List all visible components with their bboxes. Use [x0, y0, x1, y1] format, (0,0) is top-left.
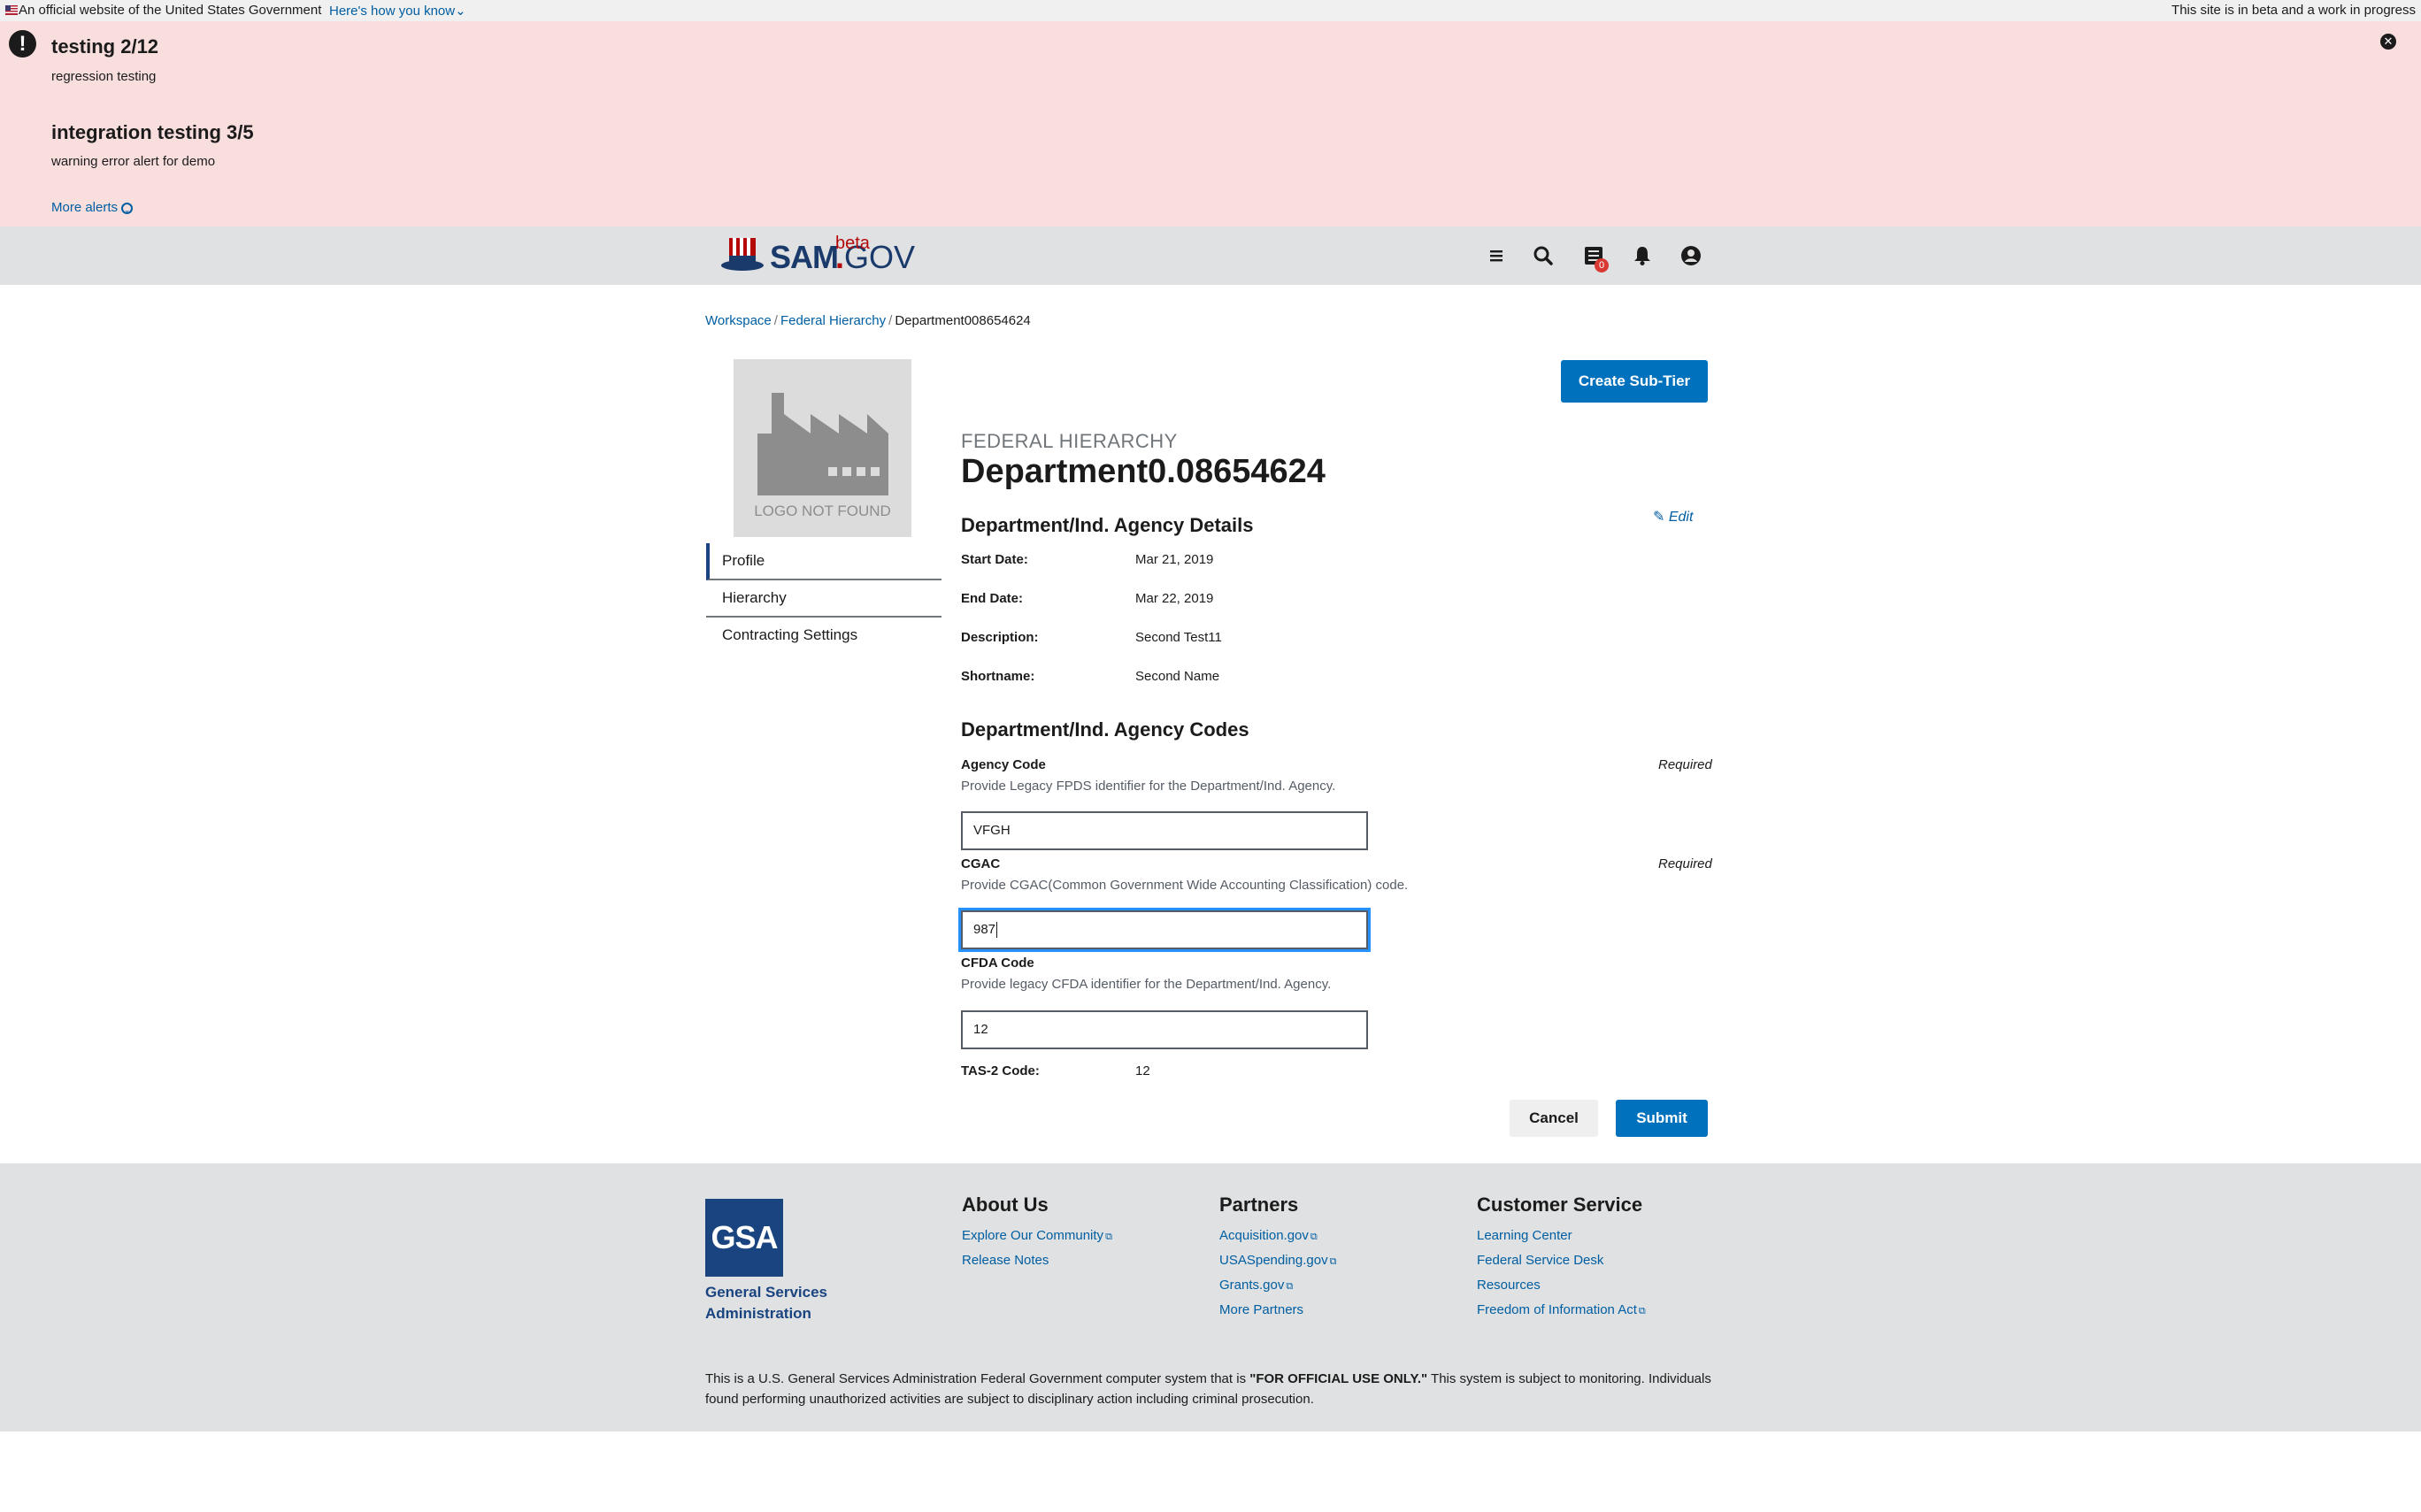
- cfda-code-label: CFDA Code: [961, 956, 1034, 971]
- more-alerts-link[interactable]: More alerts ⌄: [51, 200, 134, 215]
- disclaimer-bold-text: "FOR OFFICIAL USE ONLY.": [1249, 1371, 1428, 1386]
- footer-link-more-partners[interactable]: More Partners: [1219, 1298, 1336, 1323]
- logo-sam-text: SAM: [770, 239, 839, 275]
- gsa-name: General Services Administration: [705, 1282, 827, 1324]
- cgac-hint: Provide CGAC(Common Government Wide Acco…: [961, 878, 1409, 893]
- cancel-button[interactable]: Cancel: [1510, 1100, 1598, 1137]
- cgac-input-value: 987: [973, 922, 996, 937]
- footer-link-resources[interactable]: Resources: [1477, 1273, 1646, 1298]
- bell-icon[interactable]: [1629, 242, 1656, 269]
- text-caret: [996, 922, 998, 939]
- external-link-icon: ⧉: [1105, 1232, 1112, 1242]
- footer-link-federal-service-desk[interactable]: Federal Service Desk: [1477, 1248, 1646, 1273]
- tas2-code-value: 12: [1135, 1063, 1150, 1078]
- agency-code-label: Agency Code: [961, 757, 1046, 772]
- sidenav-item-hierarchy[interactable]: Hierarchy: [706, 580, 942, 618]
- site-footer: GSA General Services Administration Abou…: [0, 1163, 2421, 1431]
- site-header: SAM . GOV beta 0: [0, 226, 2421, 285]
- chevron-down-icon: ⌄: [455, 4, 466, 19]
- alert-title: testing 2/12: [51, 35, 159, 58]
- page-overline: FEDERAL HIERARCHY: [961, 430, 1178, 452]
- cfda-code-input[interactable]: 12: [961, 1010, 1368, 1049]
- footer-link-acquisition[interactable]: Acquisition.gov ⧉: [1219, 1224, 1336, 1248]
- end-date-label: End Date:: [961, 591, 1024, 606]
- edit-button[interactable]: ✎ Edit: [1653, 508, 1693, 526]
- sidenav-item-contracting-settings[interactable]: Contracting Settings: [706, 618, 942, 653]
- external-link-icon: ⧉: [1329, 1256, 1337, 1267]
- logo-not-found-text: LOGO NOT FOUND: [754, 503, 891, 519]
- footer-disclaimer: This is a U.S. General Services Administ…: [705, 1369, 1714, 1409]
- create-subtier-button[interactable]: Create Sub-Tier: [1561, 360, 1708, 403]
- gov-banner: An official website of the United States…: [0, 0, 2421, 21]
- breadcrumb-separator: /: [888, 313, 893, 328]
- cfda-code-hint: Provide legacy CFDA identifier for the D…: [961, 977, 1332, 992]
- gsa-name-line2: Administration: [705, 1305, 811, 1322]
- footer-customer-service-heading: Customer Service: [1477, 1193, 1643, 1216]
- agency-code-input[interactable]: VFGH: [961, 811, 1368, 850]
- tas2-code-label: TAS-2 Code:: [961, 1063, 1040, 1078]
- sidenav-item-profile[interactable]: Profile: [706, 543, 942, 580]
- user-account-icon[interactable]: [1678, 242, 1704, 269]
- message-count-badge: 0: [1595, 258, 1609, 272]
- agency-logo-placeholder: LOGO NOT FOUND: [734, 359, 911, 537]
- agency-code-required: Required: [1658, 757, 1712, 772]
- search-icon[interactable]: [1530, 242, 1556, 269]
- gsa-logo[interactable]: GSA: [705, 1199, 783, 1277]
- submit-button[interactable]: Submit: [1616, 1100, 1708, 1137]
- breadcrumb-separator: /: [773, 313, 778, 328]
- alerts-panel: ! testing 2/12 regression testing integr…: [0, 21, 2421, 226]
- end-date-value: Mar 22, 2019: [1135, 591, 1214, 606]
- cgac-input[interactable]: 987: [958, 908, 1371, 952]
- menu-icon[interactable]: [1483, 242, 1510, 269]
- chevron-circle-down-icon: ⌄: [121, 202, 134, 214]
- pencil-icon: ✎: [1653, 510, 1665, 525]
- shortname-value: Second Name: [1135, 669, 1220, 684]
- alert-title: integration testing 3/5: [51, 121, 254, 143]
- breadcrumb: Workspace / Federal Hierarchy / Department00…: [705, 313, 1031, 328]
- us-flag-icon: [5, 5, 18, 15]
- footer-link-release-notes[interactable]: Release Notes: [962, 1248, 1112, 1273]
- start-date-label: Start Date:: [961, 552, 1028, 567]
- exclamation-circle-icon: !: [9, 30, 36, 58]
- cgac-label: CGAC: [961, 856, 1001, 871]
- start-date-value: Mar 21, 2019: [1135, 552, 1214, 567]
- beta-notice: This site is in beta and a work in progr…: [2171, 3, 2416, 18]
- footer-partners-heading: Partners: [1219, 1193, 1299, 1216]
- cgac-required: Required: [1658, 856, 1712, 871]
- footer-link-grants[interactable]: Grants.gov ⧉: [1219, 1273, 1336, 1298]
- disclaimer-text: This is a U.S. General Services Administ…: [705, 1371, 1250, 1386]
- footer-about-heading: About Us: [962, 1193, 1049, 1216]
- alert-body: warning error alert for demo: [51, 154, 216, 169]
- codes-heading: Department/Ind. Agency Codes: [961, 718, 1249, 741]
- footer-about-column: About Us Explore Our Community ⧉ Release …: [962, 1193, 1112, 1273]
- breadcrumb-workspace[interactable]: Workspace: [705, 313, 772, 328]
- official-site-text: An official website of the United States…: [19, 3, 322, 18]
- side-navigation: Profile Hierarchy Contracting Settings: [706, 543, 942, 653]
- external-link-icon: ⧉: [1310, 1232, 1318, 1242]
- alert-body: regression testing: [51, 69, 157, 84]
- gsa-name-line1: General Services: [705, 1284, 827, 1301]
- agency-code-hint: Provide Legacy FPDS identifier for the D…: [961, 779, 1336, 794]
- description-value: Second Test11: [1135, 630, 1222, 645]
- uncle-sam-hat-icon: [721, 238, 764, 271]
- breadcrumb-federal-hierarchy[interactable]: Federal Hierarchy: [780, 313, 886, 328]
- shortname-label: Shortname:: [961, 669, 1035, 684]
- factory-icon: [757, 393, 888, 495]
- breadcrumb-current: Department008654624: [895, 313, 1031, 328]
- logo-beta-text: beta: [835, 234, 870, 253]
- footer-link-usaspending[interactable]: USASpending.gov ⧉: [1219, 1248, 1336, 1273]
- footer-link-learning-center[interactable]: Learning Center: [1477, 1224, 1646, 1248]
- external-link-icon: ⧉: [1638, 1306, 1646, 1316]
- details-heading: Department/Ind. Agency Details: [961, 514, 1254, 536]
- page-title: Department0.08654624: [961, 453, 1326, 490]
- external-link-icon: ⧉: [1286, 1281, 1294, 1292]
- how-you-know-link[interactable]: Here's how you know⌄: [329, 3, 466, 19]
- description-label: Description:: [961, 630, 1039, 645]
- footer-link-explore-community[interactable]: Explore Our Community ⧉: [962, 1224, 1112, 1248]
- footer-customer-service-column: Customer Service Learning Center Federal…: [1477, 1193, 1646, 1323]
- close-alerts-icon[interactable]: ✕: [2380, 34, 2396, 50]
- footer-link-foia[interactable]: Freedom of Information Act ⧉: [1477, 1298, 1646, 1323]
- footer-partners-column: Partners Acquisition.gov ⧉ USASpending.go…: [1219, 1193, 1336, 1323]
